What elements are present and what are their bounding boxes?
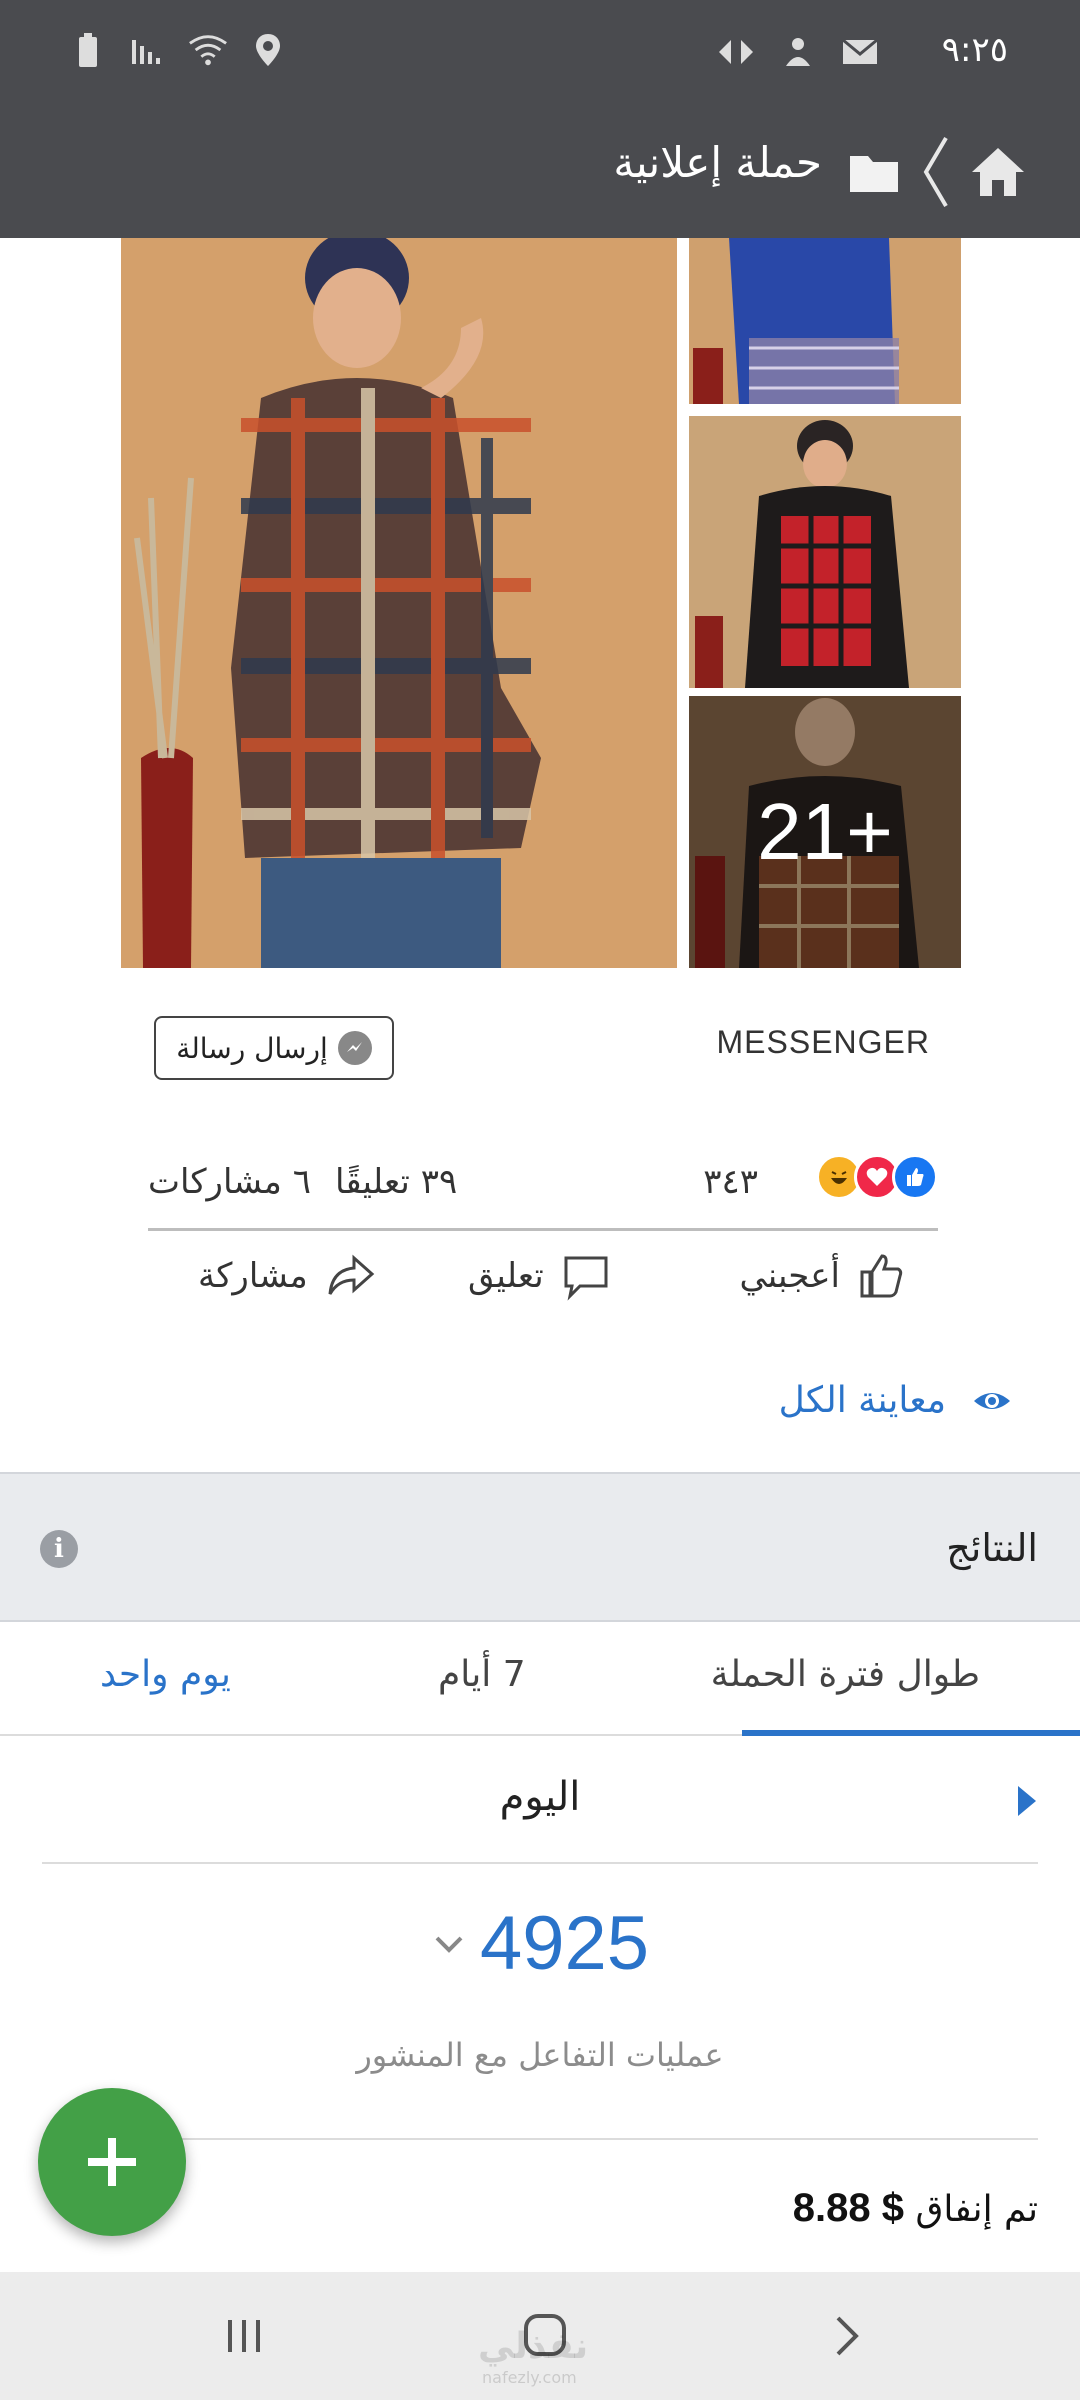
recent-apps-icon[interactable] <box>222 2314 266 2358</box>
folder-icon[interactable] <box>846 144 902 200</box>
amount-spent: تم إنفاق $ 8.88 <box>793 2186 1038 2231</box>
ad-photo-main[interactable] <box>121 238 677 968</box>
eye-icon <box>974 1392 1010 1409</box>
active-tab-indicator <box>742 1730 1080 1736</box>
notification-icon <box>778 32 818 72</box>
page-title: حملة إعلانية <box>613 138 822 187</box>
like-reaction-icon <box>892 1154 938 1200</box>
send-message-label: إرسال رسالة <box>176 1031 328 1065</box>
send-message-button[interactable]: إرسال رسالة <box>154 1016 394 1080</box>
tab-7-days[interactable]: 7 أيام <box>438 1654 526 1695</box>
system-nav-bar: نفذلي nafezly.com <box>0 2272 1080 2400</box>
messenger-icon <box>337 1031 372 1065</box>
ad-photo-thumb-1[interactable] <box>689 238 961 404</box>
divider <box>148 1228 938 1231</box>
ad-photo-thumb-2[interactable] <box>689 416 961 688</box>
comment-label: تعليق <box>468 1256 544 1296</box>
share-button[interactable]: مشاركة <box>198 1250 376 1302</box>
metric-value: 4925 <box>480 1901 650 1986</box>
share-icon <box>328 1254 375 1295</box>
spent-value: $ 8.88 <box>792 2186 904 2230</box>
status-time: ٩:٢٥ <box>941 30 1008 70</box>
results-tabs: طوال فترة الحملة 7 أيام يوم واحد <box>0 1624 1080 1736</box>
wifi-icon <box>188 30 228 70</box>
top-bar: ٩:٢٥ حملة إعلانية <box>0 0 1080 238</box>
home-icon[interactable] <box>966 140 1030 204</box>
metric-label: عمليات التفاعل مع المنشور <box>356 2036 724 2074</box>
navigation-icon <box>716 32 756 72</box>
comment-icon <box>564 1256 608 1301</box>
day-label: اليوم <box>499 1774 581 1820</box>
comments-shares[interactable]: ٣٩ تعليقًا ٦ مشاركات <box>148 1162 457 1202</box>
breadcrumb-chevron-icon <box>916 132 956 212</box>
metric-row[interactable]: 4925 <box>0 1900 1080 1987</box>
ad-photo-thumb-3[interactable]: 21+ <box>689 696 961 968</box>
messenger-label: MESSENGER <box>716 1024 930 1060</box>
comment-button[interactable]: تعليق <box>468 1250 612 1302</box>
preview-all-label: معاينة الكل <box>778 1380 946 1421</box>
ad-photo-grid: 21+ <box>121 238 961 968</box>
shares-count[interactable]: ٦ مشاركات <box>148 1162 311 1202</box>
reaction-count: ٣٤٣ <box>703 1162 758 1202</box>
reaction-icons <box>816 1154 938 1200</box>
mail-icon <box>840 32 880 72</box>
like-button[interactable]: أعجبني <box>739 1250 908 1302</box>
watermark: نفذلي <box>478 2326 589 2367</box>
tab-campaign-lifetime[interactable]: طوال فترة الحملة <box>711 1654 980 1695</box>
tab-one-day[interactable]: يوم واحد <box>100 1654 231 1695</box>
post-actions: أعجبني تعليق مشاركة <box>148 1240 938 1320</box>
results-header: النتائج i <box>0 1472 1080 1622</box>
status-icons-right <box>716 32 880 72</box>
comments-count[interactable]: ٣٩ تعليقًا <box>335 1162 457 1202</box>
reactions-summary[interactable]: ٣٤٣ ٣٩ تعليقًا ٦ مشاركات <box>148 1150 938 1230</box>
location-icon <box>248 30 288 70</box>
info-icon[interactable]: i <box>40 1530 78 1568</box>
plus-icon <box>88 2138 136 2186</box>
more-photos-count: 21+ <box>689 696 961 968</box>
play-arrow-icon[interactable] <box>1014 1784 1038 1818</box>
app-bar: حملة إعلانية <box>0 110 1080 238</box>
chevron-down-icon[interactable] <box>431 1926 467 1962</box>
back-icon[interactable] <box>830 2312 864 2360</box>
thumbs-up-icon <box>860 1254 903 1298</box>
signal-icon <box>128 30 168 70</box>
day-selector[interactable]: اليوم <box>42 1738 1038 1864</box>
results-title: النتائج <box>946 1526 1038 1570</box>
share-label: مشاركة <box>198 1256 308 1296</box>
preview-all-link[interactable]: معاينة الكل <box>779 1380 1012 1421</box>
divider <box>42 2138 1038 2140</box>
status-icons-left <box>68 30 288 70</box>
status-bar: ٩:٢٥ <box>0 0 1080 110</box>
spent-label: تم إنفاق <box>915 2189 1038 2230</box>
battery-icon <box>68 30 108 70</box>
like-label: أعجبني <box>739 1256 840 1296</box>
watermark-url: nafezly.com <box>482 2368 577 2387</box>
add-button[interactable] <box>38 2088 186 2236</box>
